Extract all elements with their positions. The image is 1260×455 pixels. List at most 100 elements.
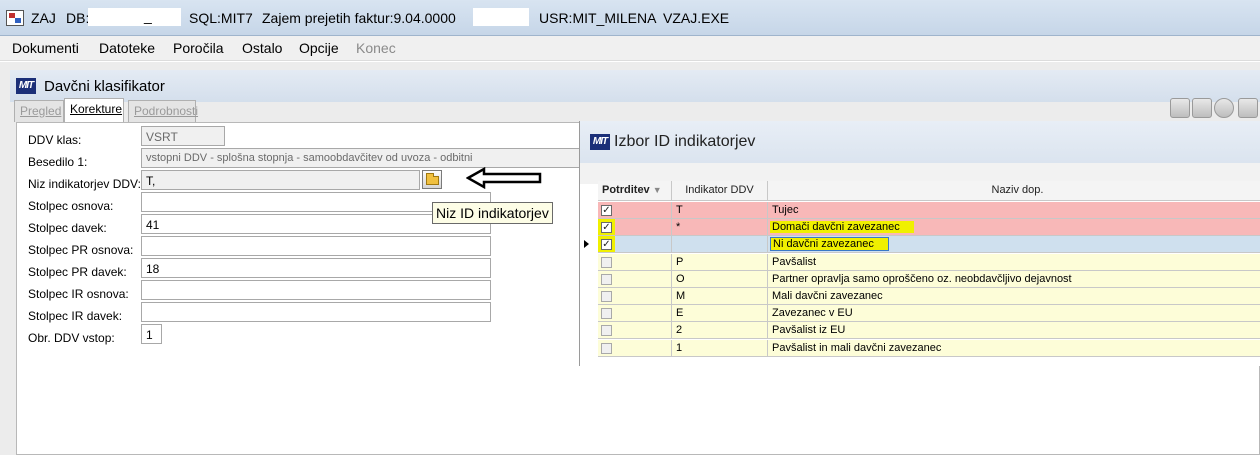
annotation-arrow — [466, 167, 542, 189]
field-stolpec-ir-osnova[interactable] — [141, 280, 491, 300]
tab-podrobnosti[interactable]: Podrobnosti — [128, 100, 198, 122]
cell-indikator[interactable]: 1 — [672, 339, 768, 357]
naziv-text: Mali davčni zavezanec — [772, 290, 883, 302]
title-user: USR:MIT_MILENA — [539, 10, 657, 26]
title-sql: SQL:MIT7 — [189, 10, 253, 26]
tooltip: Niz ID indikatorjev — [432, 202, 553, 224]
cell-indikator[interactable]: P — [672, 253, 768, 271]
label-stolpec-ir-davek: Stolpec IR davek: — [28, 309, 123, 323]
new-record-icon[interactable] — [1170, 98, 1190, 118]
cell-potrditev[interactable] — [598, 270, 672, 288]
cell-potrditev[interactable]: ✓ — [598, 202, 672, 219]
confirm-checkbox[interactable] — [601, 325, 612, 337]
confirm-checkbox[interactable]: ✓ — [601, 205, 612, 216]
folder-icon — [426, 173, 439, 185]
field-stolpec-pr-osnova[interactable] — [141, 236, 491, 256]
field-ddv-klas[interactable]: VSRT — [141, 126, 225, 146]
col-header-naziv[interactable]: Naziv dop. — [768, 181, 1260, 201]
cell-potrditev[interactable] — [598, 322, 672, 340]
cell-potrditev[interactable] — [598, 305, 672, 323]
title-exe: VZAJ.EXE — [663, 10, 730, 26]
title-app: ZAJ — [31, 10, 56, 26]
field-stolpec-ir-davek[interactable] — [141, 302, 491, 322]
field-obr-ddv-vstop[interactable]: 1 — [141, 324, 162, 344]
tab-korekture[interactable]: Korekture — [64, 98, 124, 122]
child-window-title: Davčni klasifikator — [44, 78, 165, 95]
naziv-text: Partner opravlja samo oproščeno oz. neob… — [772, 272, 1072, 285]
cell-naziv[interactable]: Mali davčni zavezanec — [768, 288, 1260, 305]
cell-naziv[interactable]: Zavezanec v EU — [768, 305, 1260, 323]
cell-potrditev[interactable]: ✓ — [598, 236, 672, 254]
menu-opcije[interactable]: Opcije — [299, 40, 339, 56]
save-icon[interactable] — [1238, 98, 1258, 118]
cell-indikator[interactable]: 2 — [672, 322, 768, 340]
label-besedilo-1: Besedilo 1: — [28, 155, 88, 169]
cell-potrditev[interactable] — [598, 288, 672, 305]
confirm-checkbox[interactable]: ✓ — [601, 239, 612, 251]
menu-ostalo[interactable]: Ostalo — [242, 40, 282, 56]
child-window-title-bar: MIT Davčni klasifikator — [10, 70, 1260, 102]
naziv-text: Pavšalist — [772, 255, 817, 268]
cell-potrditev[interactable] — [598, 339, 672, 357]
cell-indikator[interactable]: T — [672, 202, 768, 219]
cell-naziv[interactable]: Domači davčni zavezanec — [768, 219, 1260, 237]
cell-indikator[interactable] — [672, 236, 768, 254]
cell-naziv[interactable]: Tujec — [768, 202, 1260, 219]
label-stolpec-ir-osnova: Stolpec IR osnova: — [28, 287, 129, 301]
naziv-text: Domači davčni zavezanec — [770, 221, 914, 234]
label-stolpec-pr-davek: Stolpec PR davek: — [28, 265, 127, 279]
cell-naziv[interactable]: Pavšalist — [768, 253, 1260, 271]
cancel-icon[interactable] — [1214, 98, 1234, 118]
toolbar — [1168, 98, 1260, 120]
col-header-potrditev[interactable]: Potrditev ▼ — [598, 181, 672, 201]
current-row-indicator-icon — [584, 240, 589, 249]
menu-bar: Dokumenti Datoteke Poročila Ostalo Opcij… — [0, 36, 1260, 61]
cell-potrditev[interactable] — [598, 253, 672, 271]
title-module: Zajem prejetih faktur:9.04.0000 — [262, 10, 456, 26]
confirm-checkbox[interactable] — [601, 273, 612, 285]
cell-naziv[interactable]: Partner opravlja samo oproščeno oz. neob… — [768, 270, 1260, 288]
mit-logo-icon: MIT — [590, 134, 610, 150]
popup-title-bar: MIT Izbor ID indikatorjev — [580, 121, 1260, 163]
title-db-label: DB: — [66, 10, 90, 26]
cell-naziv[interactable]: Pavšalist iz EU — [768, 322, 1260, 340]
popup-title: Izbor ID indikatorjev — [614, 133, 756, 150]
naziv-text: Pavšalist in mali davčni zavezanec — [772, 341, 942, 354]
title-bar: ZAJ DB: _ SQL:MIT7 Zajem prejetih faktur… — [0, 0, 1260, 36]
cell-indikator[interactable]: * — [672, 219, 768, 237]
cell-indikator[interactable]: E — [672, 305, 768, 323]
confirm-checkbox[interactable] — [601, 308, 612, 320]
confirm-checkbox[interactable] — [601, 291, 612, 302]
title-db-suffix: _ — [144, 8, 152, 24]
naziv-text: Ni davčni zavezanec — [770, 237, 889, 252]
confirm-checkbox[interactable]: ✓ — [601, 222, 612, 234]
copy-record-icon[interactable] — [1192, 98, 1212, 118]
cell-naziv[interactable]: Pavšalist in mali davčni zavezanec — [768, 339, 1260, 357]
confirm-checkbox[interactable] — [601, 256, 612, 268]
menu-dokumenti[interactable]: Dokumenti — [12, 40, 79, 56]
field-besedilo-1[interactable]: vstopni DDV - splošna stopnja - samoobda… — [141, 148, 581, 168]
confirm-checkbox[interactable] — [601, 342, 612, 354]
cell-potrditev[interactable]: ✓ — [598, 219, 672, 237]
indicator-picker-popup: MIT Izbor ID indikatorjev Potrditev ▼ In… — [579, 121, 1260, 366]
cell-indikator[interactable]: O — [672, 270, 768, 288]
screen: ZAJ DB: _ SQL:MIT7 Zajem prejetih faktur… — [0, 0, 1260, 455]
menu-datoteke[interactable]: Datoteke — [99, 40, 155, 56]
label-stolpec-pr-osnova: Stolpec PR osnova: — [28, 243, 134, 257]
cell-naziv[interactable]: Ni davčni zavezanec — [768, 236, 1260, 254]
label-obr-ddv-vstop: Obr. DDV vstop: — [28, 331, 115, 345]
menu-konec[interactable]: Konec — [356, 40, 396, 56]
naziv-text: Zavezanec v EU — [772, 307, 853, 320]
label-ddv-klas: DDV klas: — [28, 133, 82, 147]
naziv-text: Pavšalist iz EU — [772, 324, 846, 337]
sort-desc-icon: ▼ — [652, 185, 662, 195]
tab-pregled[interactable]: Pregled — [14, 100, 64, 122]
naziv-text: Tujec — [772, 204, 799, 216]
app-icon[interactable] — [6, 10, 24, 26]
col-header-indikator[interactable]: Indikator DDV — [672, 181, 768, 201]
cell-indikator[interactable]: M — [672, 288, 768, 305]
menu-porocila[interactable]: Poročila — [173, 40, 224, 56]
field-stolpec-pr-davek[interactable]: 18 — [141, 258, 491, 278]
browse-folder-button[interactable] — [422, 170, 442, 189]
field-niz-indikatorjev[interactable]: T, — [141, 170, 420, 190]
